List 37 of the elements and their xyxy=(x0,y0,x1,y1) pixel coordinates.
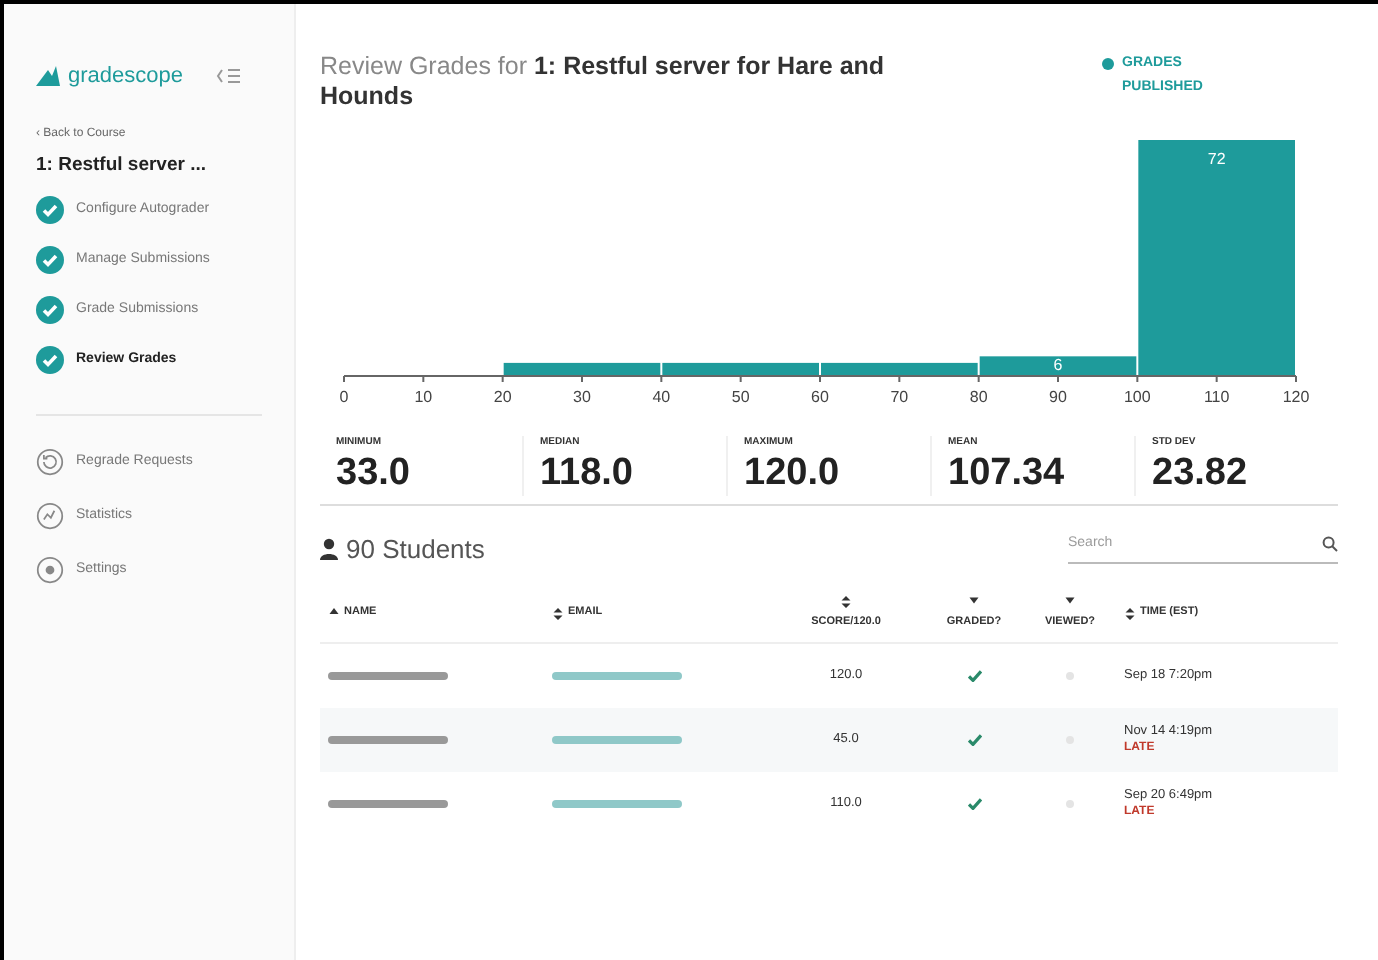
collapse-menu-icon xyxy=(215,68,239,85)
stat-value: 120.0 xyxy=(744,451,842,495)
axis-tick-label: 20 xyxy=(493,388,512,406)
axis-tick-label: 120 xyxy=(1282,388,1310,406)
stat-value: 23.82 xyxy=(1152,451,1250,495)
bar-value-label: 72 xyxy=(1207,150,1226,168)
axis-tick-label: 0 xyxy=(339,388,349,406)
axis-tick-label: 100 xyxy=(1123,388,1151,406)
page-title: Review Grades for 1: Restful server for Hare and Hounds xyxy=(320,52,887,112)
axis-tick-label: 80 xyxy=(969,388,988,406)
axis-tick-label: 60 xyxy=(811,388,829,406)
gear-icon xyxy=(36,555,64,584)
stat-value: 107.34 xyxy=(948,451,1067,495)
stat-value: 33.0 xyxy=(336,451,412,495)
logo-icon xyxy=(36,66,60,87)
axis-tick-label: 90 xyxy=(1049,388,1067,406)
blurred-name xyxy=(328,736,448,744)
axis-tick-label: 70 xyxy=(890,388,909,406)
axis-tick-label: 50 xyxy=(731,388,750,406)
search-icon xyxy=(1322,535,1338,552)
blurred-name xyxy=(328,672,448,680)
axis-tick-label: 10 xyxy=(414,388,433,406)
chart-icon xyxy=(36,501,64,530)
axis-tick-label: 30 xyxy=(573,388,591,406)
person-icon xyxy=(320,537,338,560)
student-count: 90 Students xyxy=(346,531,485,567)
blurred-email xyxy=(552,736,682,744)
blurred-name xyxy=(328,800,448,808)
bar-value-label: 6 xyxy=(1053,356,1063,374)
blurred-email xyxy=(552,672,682,680)
axis-tick-label: 40 xyxy=(652,388,671,406)
assignment-title: 1: Restful server ... xyxy=(36,151,209,179)
logo-text: gradescope xyxy=(68,62,183,92)
blurred-email xyxy=(552,800,682,808)
stat-value: 118.0 xyxy=(540,451,635,495)
refresh-icon xyxy=(36,447,64,476)
axis-tick-label: 110 xyxy=(1203,388,1230,406)
